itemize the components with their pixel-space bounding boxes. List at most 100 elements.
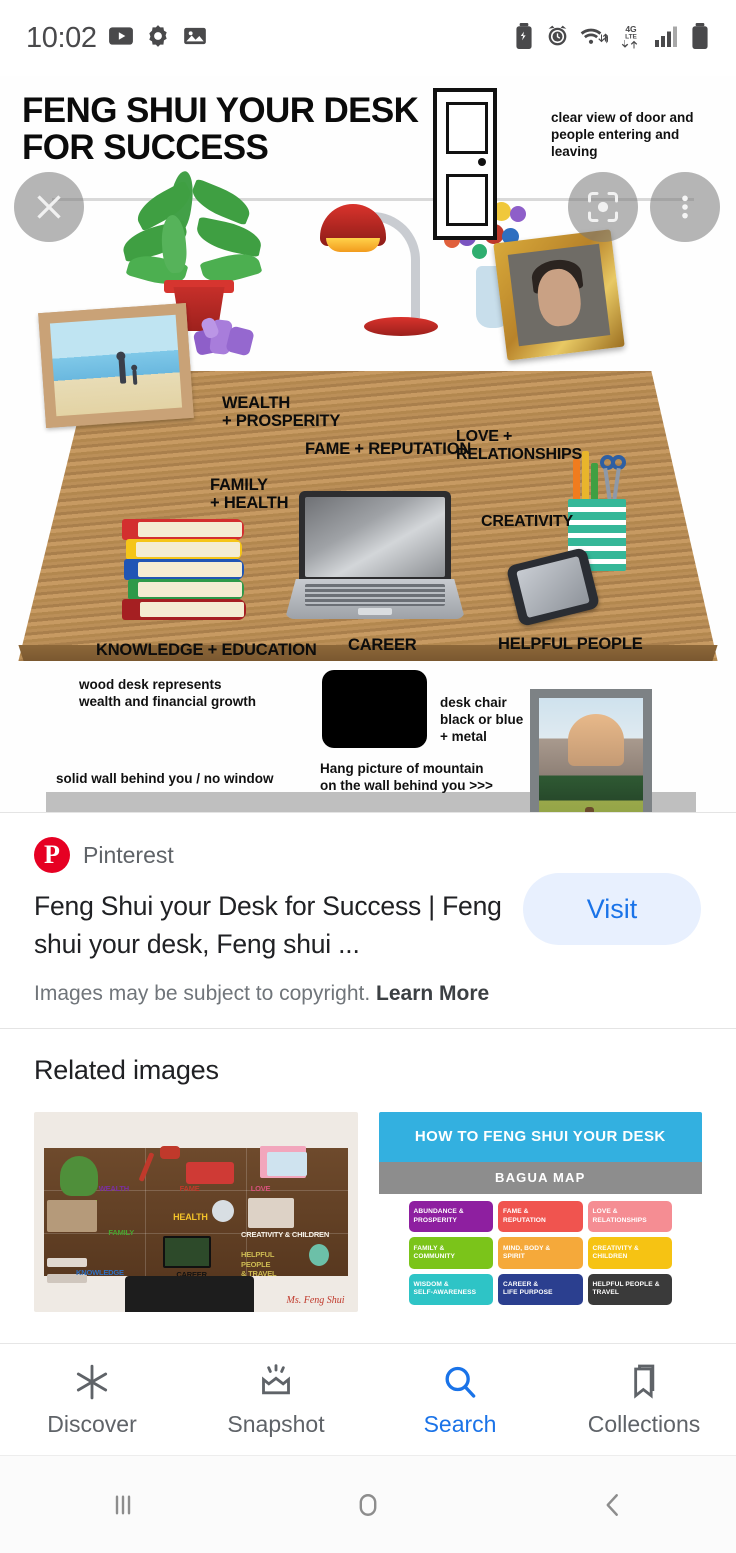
lamp-base (364, 317, 438, 336)
nav-label-snapshot: Snapshot (227, 1410, 325, 1437)
recents-icon (115, 1495, 130, 1514)
mountain-picture-frame (530, 689, 652, 812)
lens-icon (588, 192, 618, 222)
label-creativity: CREATIVITY (481, 513, 573, 530)
search-icon (445, 1366, 476, 1398)
portrait-frame-gold (493, 229, 625, 361)
back-icon (606, 1493, 619, 1516)
laptop-keyboard (305, 584, 445, 606)
nav-item-collections[interactable]: Collections (552, 1362, 736, 1438)
related-thumb-desk-bagua[interactable]: WEALTH FAME LOVE FAMILY HEALTH CREATIVIT… (34, 1111, 358, 1312)
door-graphic (433, 88, 497, 240)
door-panel-top (446, 102, 488, 154)
laptop-trackpad (358, 608, 392, 615)
svg-text:4G: 4G (625, 24, 637, 34)
mountain-dome (568, 713, 625, 767)
visit-button[interactable]: Visit (523, 873, 701, 945)
source-row[interactable]: P Pinterest (34, 837, 702, 873)
note-wood-desk: wood desk represents wealth and financia… (79, 677, 257, 710)
thumb1-label-1: FAME (179, 1183, 200, 1193)
thumb1-label-4: HEALTH (173, 1211, 208, 1222)
note-solid-wall: solid wall behind you / no window (56, 771, 274, 786)
related-heading: Related images (34, 1054, 219, 1085)
bagua-cell-2: LOVE & RELATIONSHIPS (587, 1200, 672, 1233)
thumb1-chair (124, 1275, 254, 1312)
label-career: CAREER (348, 636, 417, 654)
beach-photo (49, 314, 183, 417)
system-navigation-bar (0, 1455, 736, 1553)
label-knowledge-education: KNOWLEDGE + EDUCATION (96, 641, 317, 659)
photos-icon (182, 23, 208, 54)
infographic-title: FENG SHUI YOUR DESK FOR SUCCESS (22, 91, 419, 168)
lamp-glow (326, 238, 380, 252)
result-title[interactable]: Feng Shui your Desk for Success | Feng s… (34, 887, 504, 964)
close-button[interactable] (14, 172, 84, 242)
battery-saver-icon (513, 22, 535, 54)
laptop-graphic (285, 491, 465, 619)
portrait-photo (507, 243, 611, 347)
status-bar-right: 4G LTE (513, 22, 710, 54)
copyright-text: Images may be subject to copyright. (34, 981, 371, 1005)
back-button[interactable] (568, 1475, 658, 1535)
bagua-cell-7: CAREER & LIFE PURPOSE (498, 1273, 583, 1305)
amethyst-crystal (192, 316, 257, 357)
app-bottom-nav: Discover Snapshot Search Collections (0, 1343, 736, 1455)
thumb1-watermark: Ms. Feng Shui (286, 1294, 345, 1306)
svg-text:LTE: LTE (625, 33, 637, 40)
bagua-cell-3: FAMILY & COMMUNITY (408, 1237, 493, 1269)
4g-lte-icon: 4G LTE (618, 23, 644, 54)
settings-gear-icon (145, 23, 171, 54)
asterisk-icon (76, 1364, 108, 1399)
more-options-button[interactable] (650, 172, 720, 242)
signal-bars-icon (654, 24, 680, 53)
family-photo-frame (38, 302, 194, 429)
home-button[interactable] (323, 1475, 413, 1535)
copyright-notice: Images may be subject to copyright. Lear… (34, 982, 702, 1006)
nav-item-discover[interactable]: Discover (0, 1362, 184, 1438)
nav-item-snapshot[interactable]: Snapshot (184, 1362, 368, 1438)
related-grid: WEALTH FAME LOVE FAMILY HEALTH CREATIVIT… (34, 1111, 703, 1312)
thumb2-bagua-grid: ABUNDANCE & PROSPERITY FAME & REPUTATION… (379, 1194, 703, 1312)
pinterest-logo-icon: P (34, 837, 70, 873)
thumb1-label-2: LOVE (250, 1183, 271, 1193)
door-note: clear view of door and people entering a… (551, 110, 694, 159)
label-love-relationships: LOVE + RELATIONSHIPS (456, 428, 583, 463)
thumb2-subheader: BAGUA MAP (378, 1161, 702, 1194)
lens-button[interactable] (568, 172, 638, 242)
status-time: 10:02 (26, 21, 97, 54)
nav-label-discover: Discover (47, 1410, 137, 1437)
desk-chair-graphic (322, 670, 427, 748)
more-vertical-icon (682, 195, 688, 219)
snapshot-icon (262, 1363, 290, 1394)
note-desk-chair: desk chair black or blue + metal (440, 695, 524, 745)
bagua-cell-8: HELPFUL PEOPLE & TRAVEL (587, 1273, 672, 1305)
desk-lamp-graphic (320, 204, 438, 336)
home-icon (359, 1493, 377, 1516)
thumb1-label-0: WEALTH (98, 1183, 130, 1193)
label-helpful-people: HELPFUL PEOPLE (498, 635, 643, 653)
youtube-icon (108, 23, 134, 54)
status-bar-left: 10:02 (26, 22, 208, 55)
mountain-photo (539, 698, 643, 812)
status-bar: 10:02 4G LTE (0, 0, 736, 76)
door-panel-bottom (446, 174, 488, 226)
thumb1-label-8: HELPFUL PEOPLE & TRAVEL (241, 1249, 277, 1279)
bagua-cell-0: ABUNDANCE & PROSPERITY (408, 1200, 493, 1233)
label-fame-reputation: FAME + REPUTATION (305, 440, 472, 458)
related-images-section: Related images WEALTH FAME LOVE FAMILY H… (0, 1028, 736, 1312)
wifi-icon (580, 24, 610, 53)
learn-more-link[interactable]: Learn More (376, 982, 489, 1005)
label-wealth-prosperity: WEALTH + PROSPERITY (222, 394, 341, 431)
bagua-cell-4: MIND, BODY & SPIRIT (498, 1237, 583, 1269)
image-viewer[interactable]: FENG SHUI YOUR DESK FOR SUCCESS clear vi… (0, 76, 736, 812)
laptop-display (305, 497, 445, 577)
close-icon (37, 195, 61, 219)
bookmark-icon (634, 1364, 655, 1399)
thumb1-label-5: CREATIVITY & CHILDREN (241, 1229, 330, 1239)
recents-button[interactable] (78, 1475, 168, 1535)
thumb2-header: HOW TO FENG SHUI YOUR DESK (378, 1111, 702, 1162)
thumb1-label-6: KNOWLEDGE (76, 1267, 124, 1277)
nav-item-search[interactable]: Search (368, 1362, 552, 1438)
related-thumb-how-to[interactable]: HOW TO FENG SHUI YOUR DESK BAGUA MAP ABU… (378, 1111, 703, 1312)
alarm-icon (545, 23, 570, 53)
